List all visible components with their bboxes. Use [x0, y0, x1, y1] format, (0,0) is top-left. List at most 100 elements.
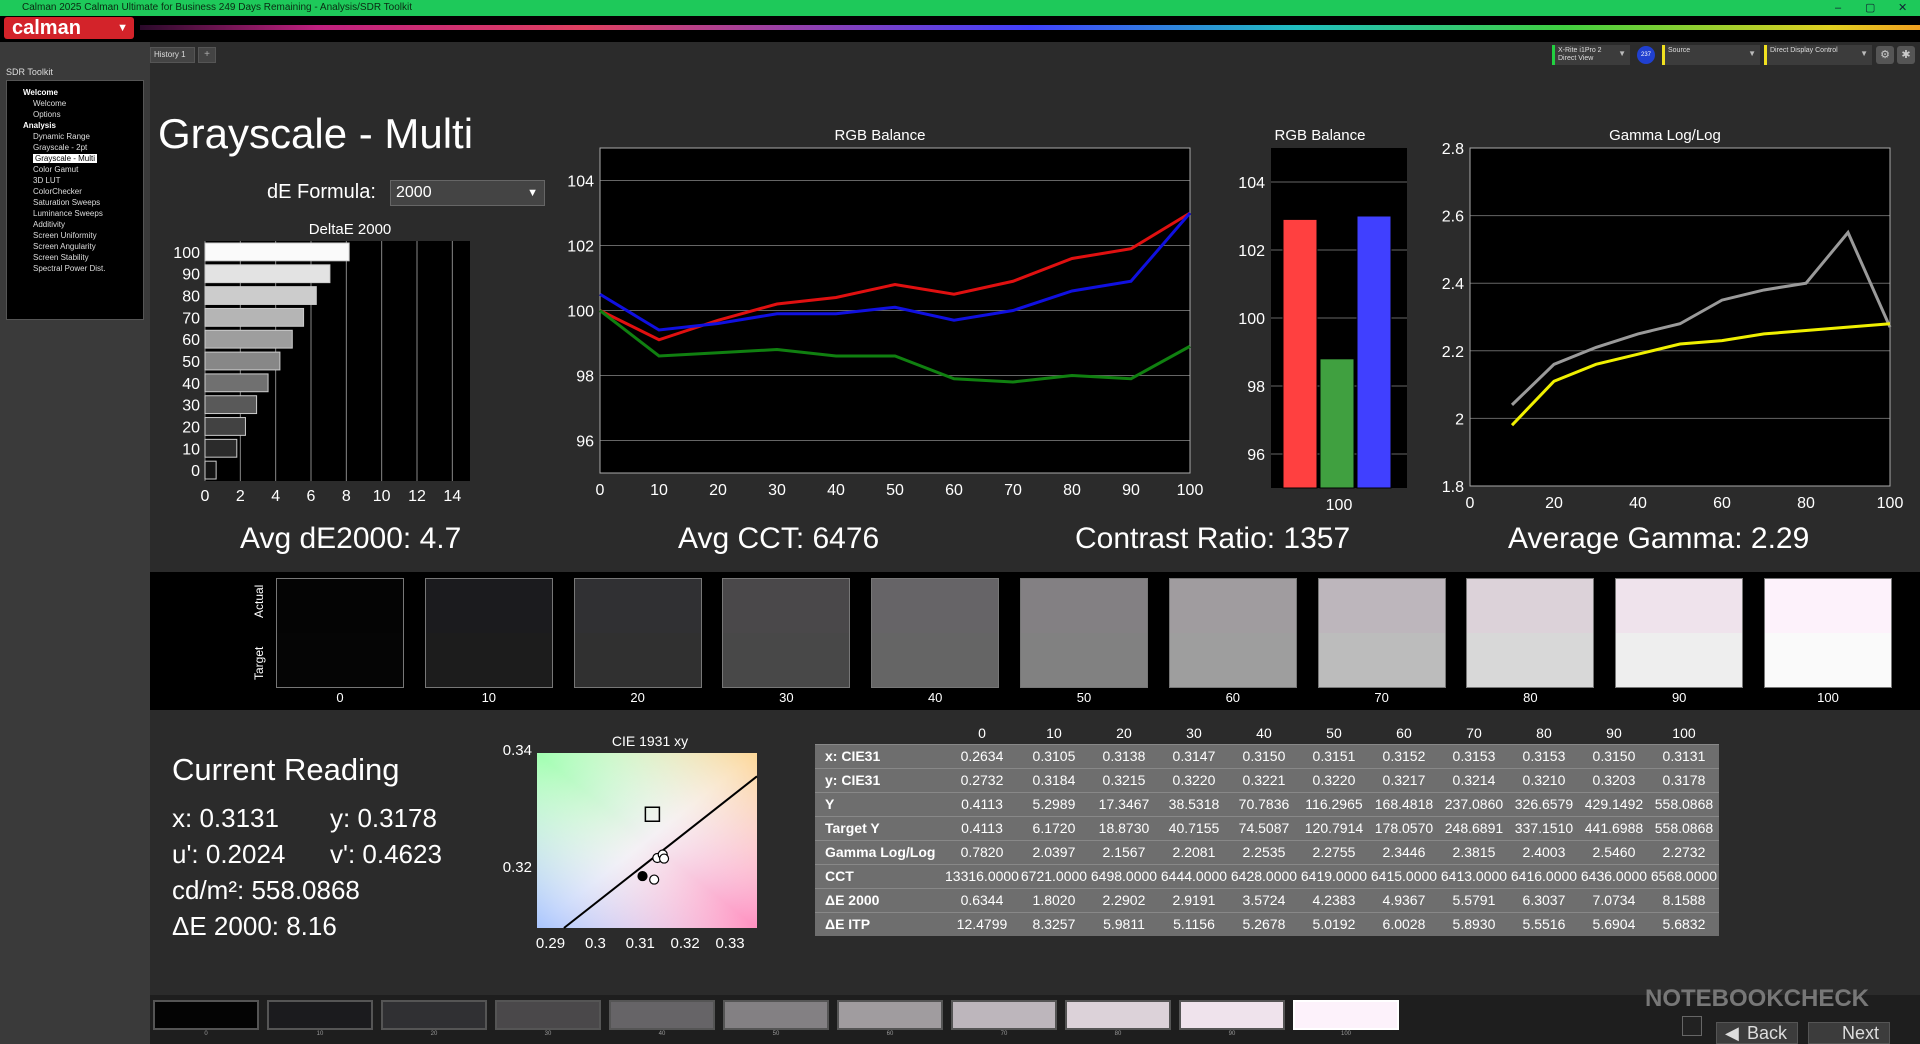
sidebar-item-screen-angularity[interactable]: Screen Angularity — [7, 241, 143, 252]
display-label: Direct Display Control — [1770, 47, 1838, 54]
y-tick-label: 98 — [1247, 379, 1265, 396]
patch-label: 40 — [658, 1031, 666, 1037]
table-row: Gamma Log/Log 0.7820 2.0397 2.1567 2.2081 2.2… — [815, 839, 1719, 864]
table-row: Y 0.4113 5.2989 17.3467 38.5318 70.7836 116.29… — [815, 791, 1719, 816]
de-formula-select[interactable]: 2000 ▼ — [390, 180, 545, 206]
table-cell: 5.1156 — [1158, 911, 1229, 936]
sidebar-item-colorchecker[interactable]: ColorChecker — [7, 186, 143, 197]
next-button[interactable]: Next — [1808, 1022, 1890, 1044]
table-cell: 326.6579 — [1508, 791, 1579, 816]
sidebar-item-screen-uniformity[interactable]: Screen Uniformity — [7, 230, 143, 241]
table-cell: 12.4799 — [945, 911, 1019, 936]
table-cell: 2.5460 — [1578, 839, 1649, 864]
x-tick-label: 0.32 — [671, 935, 700, 952]
swatch-actual — [1616, 579, 1743, 633]
swatch-actual — [1467, 579, 1594, 633]
column-header: 90 — [1578, 722, 1649, 744]
source-label: Source — [1668, 47, 1691, 54]
swatch-target — [723, 633, 850, 687]
y-tick-label: 80 — [182, 289, 200, 306]
sidebar-item-additivity[interactable]: Additivity — [7, 219, 143, 230]
x-tick-label: 70 — [1004, 482, 1022, 499]
sidebar-item-spectral-power-dist-[interactable]: Spectral Power Dist. — [7, 263, 143, 274]
x-tick-label: 100 — [1877, 495, 1904, 512]
rgb-bar-0 — [1282, 218, 1318, 489]
de-bar — [204, 373, 269, 393]
meter-badge[interactable]: 237 — [1637, 46, 1655, 64]
patch-button[interactable] — [1179, 1000, 1285, 1030]
color-swatch — [276, 578, 404, 688]
sidebar-item-saturation-sweeps[interactable]: Saturation Sweeps — [7, 197, 143, 208]
patch-button[interactable] — [267, 1000, 373, 1030]
sidebar-item-label: Spectral Power Dist. — [33, 264, 106, 273]
patch-button[interactable] — [609, 1000, 715, 1030]
x-tick-label: 2 — [236, 488, 245, 505]
color-swatch — [424, 578, 553, 688]
y-tick-label: 30 — [182, 398, 200, 415]
window-title-bar: Calman 2025 Calman Ultimate for Business… — [0, 0, 1920, 16]
patch-button[interactable] — [1293, 1000, 1399, 1030]
stop-icon[interactable] — [1682, 1016, 1702, 1036]
table-cell: 116.2965 — [1298, 791, 1369, 816]
sidebar-item-label: Screen Angularity — [33, 242, 96, 251]
sidebar-item-options[interactable]: Options — [7, 109, 143, 120]
table-cell: 178.0570 — [1368, 815, 1439, 840]
table-cell: 0.3178 — [1648, 767, 1719, 792]
column-header: 80 — [1508, 722, 1579, 744]
calman-logo[interactable]: calman ▼ — [4, 17, 134, 39]
swatch-label: 20 — [630, 690, 645, 705]
sidebar-item-label: Options — [33, 110, 61, 119]
table-cell: 0.3220 — [1298, 767, 1369, 792]
sidebar-item-label: Screen Stability — [33, 253, 89, 262]
sidebar-item-welcome[interactable]: Welcome — [7, 98, 143, 109]
swatch-target — [277, 633, 403, 687]
x-tick-label: 80 — [1797, 495, 1815, 512]
table-cell: 558.0868 — [1648, 791, 1719, 816]
settings-icon[interactable]: ✱ — [1897, 46, 1915, 64]
sidebar-item-luminance-sweeps[interactable]: Luminance Sweeps — [7, 208, 143, 219]
table-cell: 7.0734 — [1578, 887, 1649, 912]
back-button[interactable]: ◀ Back — [1716, 1022, 1798, 1044]
sidebar-item-welcome[interactable]: Welcome — [7, 87, 143, 98]
swatch-label: 80 — [1523, 690, 1538, 705]
tab-history[interactable]: History 1 — [150, 47, 195, 63]
table-cell: 6416.0000 — [1508, 863, 1579, 888]
de-bar — [204, 417, 246, 436]
source-select[interactable]: Source ▼ — [1662, 45, 1760, 65]
sidebar-item-screen-stability[interactable]: Screen Stability — [7, 252, 143, 263]
patch-button[interactable] — [951, 1000, 1057, 1030]
chevron-down-icon: ▼ — [1860, 49, 1868, 58]
patch-button[interactable] — [1065, 1000, 1171, 1030]
table-cell: 441.6988 — [1578, 815, 1649, 840]
sidebar-item-dynamic-range[interactable]: Dynamic Range — [7, 131, 143, 142]
table-cell: 237.0860 — [1438, 791, 1509, 816]
sidebar-item-grayscale-multi[interactable]: Grayscale - Multi — [7, 153, 143, 164]
sidebar-item-label: Luminance Sweeps — [33, 209, 103, 218]
sidebar-item-label: Dynamic Range — [33, 132, 90, 141]
swatch-target — [1169, 633, 1296, 687]
sidebar-item-color-gamut[interactable]: Color Gamut — [7, 164, 143, 175]
sidebar-item-analysis[interactable]: Analysis — [7, 120, 143, 131]
patch-button[interactable] — [153, 1000, 259, 1030]
table-cell: 3.5724 — [1228, 887, 1299, 912]
display-select[interactable]: Direct Display Control ▼ — [1764, 45, 1872, 65]
table-cell: 5.2989 — [1018, 791, 1089, 816]
patch-button[interactable] — [723, 1000, 829, 1030]
close-button[interactable]: ✕ — [1898, 0, 1907, 16]
sidebar-item-grayscale-2pt[interactable]: Grayscale - 2pt — [7, 142, 143, 153]
minimize-button[interactable]: – — [1835, 0, 1841, 16]
table-cell: 337.1510 — [1508, 815, 1579, 840]
de-bar — [204, 242, 350, 262]
swatch-target — [1021, 633, 1147, 687]
meter-select[interactable]: X-Rite i1Pro 2 Direct View ▼ — [1552, 45, 1630, 65]
x-tick-label: 40 — [1629, 495, 1647, 512]
patch-button[interactable] — [495, 1000, 601, 1030]
table-cell: 2.1567 — [1088, 839, 1159, 864]
patch-button[interactable] — [381, 1000, 487, 1030]
patch-button[interactable] — [837, 1000, 943, 1030]
maximize-button[interactable]: ▢ — [1865, 0, 1875, 16]
x-tick-label: 90 — [1122, 482, 1140, 499]
add-history-button[interactable]: + — [198, 47, 216, 63]
sidebar-item-3d-lut[interactable]: 3D LUT — [7, 175, 143, 186]
gear-icon[interactable]: ⚙ — [1876, 46, 1894, 64]
